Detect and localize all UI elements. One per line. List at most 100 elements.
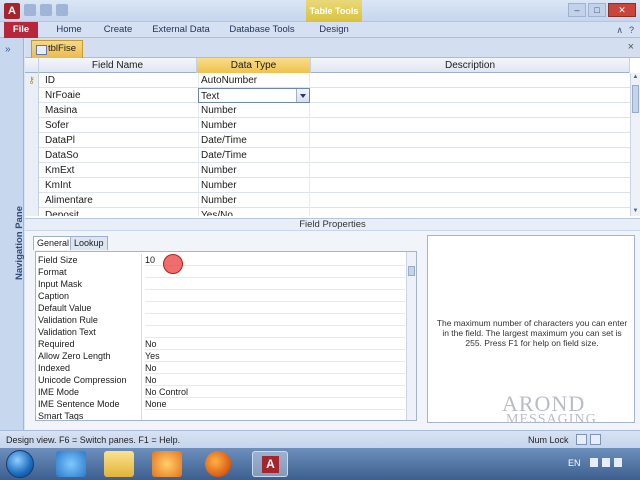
property-row[interactable]: Validation Text	[36, 326, 406, 338]
row-selector[interactable]	[25, 103, 39, 118]
field-name-cell[interactable]: KmInt	[45, 178, 195, 193]
internet-explorer-icon[interactable]	[56, 451, 86, 477]
property-row[interactable]: Required No	[36, 338, 406, 350]
property-value[interactable]: No	[145, 374, 405, 386]
chevron-down-icon[interactable]	[296, 89, 309, 102]
data-type-cell[interactable]: Number	[198, 178, 310, 193]
field-row[interactable]: Alimentare Number	[25, 193, 630, 208]
field-row-active[interactable]: NrFoaie Text	[25, 88, 630, 103]
tab-general[interactable]: General	[33, 236, 74, 250]
data-type-cell[interactable]: Number	[198, 103, 310, 118]
property-row[interactable]: Caption	[36, 290, 406, 302]
data-type-cell[interactable]: AutoNumber	[198, 73, 310, 88]
data-type-select[interactable]: Text	[198, 88, 310, 103]
expand-nav-icon[interactable]: »	[5, 44, 11, 55]
property-row[interactable]: Allow Zero Length Yes	[36, 350, 406, 362]
tab-lookup[interactable]: Lookup	[70, 236, 108, 250]
close-button[interactable]: ✕	[608, 3, 636, 17]
field-name-cell[interactable]: KmExt	[45, 163, 195, 178]
property-value[interactable]: No	[145, 362, 405, 374]
minimize-ribbon-icon[interactable]: ∧	[616, 25, 623, 36]
field-name-cell[interactable]: DataSo	[45, 148, 195, 163]
field-name-cell[interactable]: Sofer	[45, 118, 195, 133]
start-button[interactable]	[6, 450, 34, 478]
row-selector[interactable]	[25, 178, 39, 193]
network-icon[interactable]	[590, 458, 598, 467]
navigation-pane[interactable]: » Navigation Pane	[0, 38, 25, 430]
tab-design[interactable]: Design	[312, 22, 356, 38]
maximize-button[interactable]: □	[588, 3, 606, 17]
grid-vertical-scrollbar[interactable]: ▲ ▼	[630, 73, 640, 216]
scroll-up-icon[interactable]: ▲	[632, 73, 639, 82]
property-row[interactable]: Input Mask	[36, 278, 406, 290]
field-name-cell[interactable]: Deposit	[45, 208, 195, 216]
tab-database-tools[interactable]: Database Tools	[226, 22, 298, 38]
access-taskbar-button[interactable]: A	[252, 451, 288, 477]
field-row[interactable]: DataPl Date/Time	[25, 133, 630, 148]
tab-create[interactable]: Create	[98, 22, 138, 38]
folder-icon[interactable]	[104, 451, 134, 477]
scroll-thumb[interactable]	[632, 85, 639, 113]
property-value[interactable]: No	[145, 338, 405, 350]
help-icon[interactable]: ?	[629, 25, 634, 36]
field-row[interactable]: Sofer Number	[25, 118, 630, 133]
field-name-cell[interactable]: NrFoaie	[45, 88, 195, 103]
property-scrollbar[interactable]	[406, 252, 416, 420]
field-size-input[interactable]: 10	[145, 254, 405, 266]
property-value[interactable]	[145, 326, 405, 338]
property-value[interactable]	[145, 290, 405, 302]
property-row[interactable]: Validation Rule	[36, 314, 406, 326]
flag-icon[interactable]	[614, 458, 622, 467]
property-row[interactable]: Default Value	[36, 302, 406, 314]
tab-external-data[interactable]: External Data	[148, 22, 214, 38]
property-value[interactable]: None	[145, 398, 405, 410]
property-row-field-size[interactable]: Field Size 10	[36, 254, 406, 266]
property-value[interactable]	[145, 266, 405, 278]
row-selector[interactable]	[25, 133, 39, 148]
row-selector[interactable]	[25, 118, 39, 133]
data-type-cell[interactable]: Yes/No	[198, 208, 310, 216]
row-selector[interactable]	[25, 163, 39, 178]
property-row[interactable]: Smart Tags	[36, 410, 406, 420]
data-type-cell[interactable]: Number	[198, 118, 310, 133]
field-name-cell[interactable]: Masina	[45, 103, 195, 118]
property-value[interactable]: Yes	[145, 350, 405, 362]
row-selector[interactable]	[25, 88, 39, 103]
volume-icon[interactable]	[602, 458, 610, 467]
property-value[interactable]	[145, 410, 405, 420]
datasheet-view-icon[interactable]	[576, 434, 587, 445]
property-value[interactable]	[145, 302, 405, 314]
firefox-icon[interactable]	[205, 451, 231, 477]
row-selector[interactable]	[25, 208, 39, 216]
field-row[interactable]: Deposit Yes/No	[25, 208, 630, 216]
data-type-cell[interactable]: Number	[198, 193, 310, 208]
document-tab-tblfise[interactable]: tblFise	[31, 40, 83, 58]
data-type-cell[interactable]: Date/Time	[198, 133, 310, 148]
field-name-cell[interactable]: Alimentare	[45, 193, 195, 208]
row-selector[interactable]	[25, 148, 39, 163]
property-value[interactable]	[145, 314, 405, 326]
language-indicator[interactable]: EN	[568, 458, 581, 468]
field-row[interactable]: KmExt Number	[25, 163, 630, 178]
field-name-cell[interactable]: ID	[45, 73, 195, 88]
property-row[interactable]: Unicode Compression No	[36, 374, 406, 386]
property-row[interactable]: Format	[36, 266, 406, 278]
tab-file[interactable]: File	[4, 22, 38, 38]
scroll-thumb[interactable]	[408, 266, 415, 276]
property-row[interactable]: Indexed No	[36, 362, 406, 374]
media-player-icon[interactable]	[152, 451, 182, 477]
tab-home[interactable]: Home	[52, 22, 86, 38]
data-type-cell[interactable]: Date/Time	[198, 148, 310, 163]
field-row[interactable]: KmInt Number	[25, 178, 630, 193]
data-type-cell[interactable]: Number	[198, 163, 310, 178]
field-row[interactable]: Masina Number	[25, 103, 630, 118]
field-row[interactable]: DataSo Date/Time	[25, 148, 630, 163]
close-document-icon[interactable]: ×	[628, 41, 634, 53]
property-row[interactable]: IME Mode No Control	[36, 386, 406, 398]
minimize-button[interactable]: –	[568, 3, 586, 17]
row-selector[interactable]	[25, 193, 39, 208]
scroll-down-icon[interactable]: ▼	[632, 207, 639, 216]
design-view-icon[interactable]	[590, 434, 601, 445]
property-value[interactable]: No Control	[145, 386, 405, 398]
field-row[interactable]: ⚷ ID AutoNumber	[25, 73, 630, 88]
